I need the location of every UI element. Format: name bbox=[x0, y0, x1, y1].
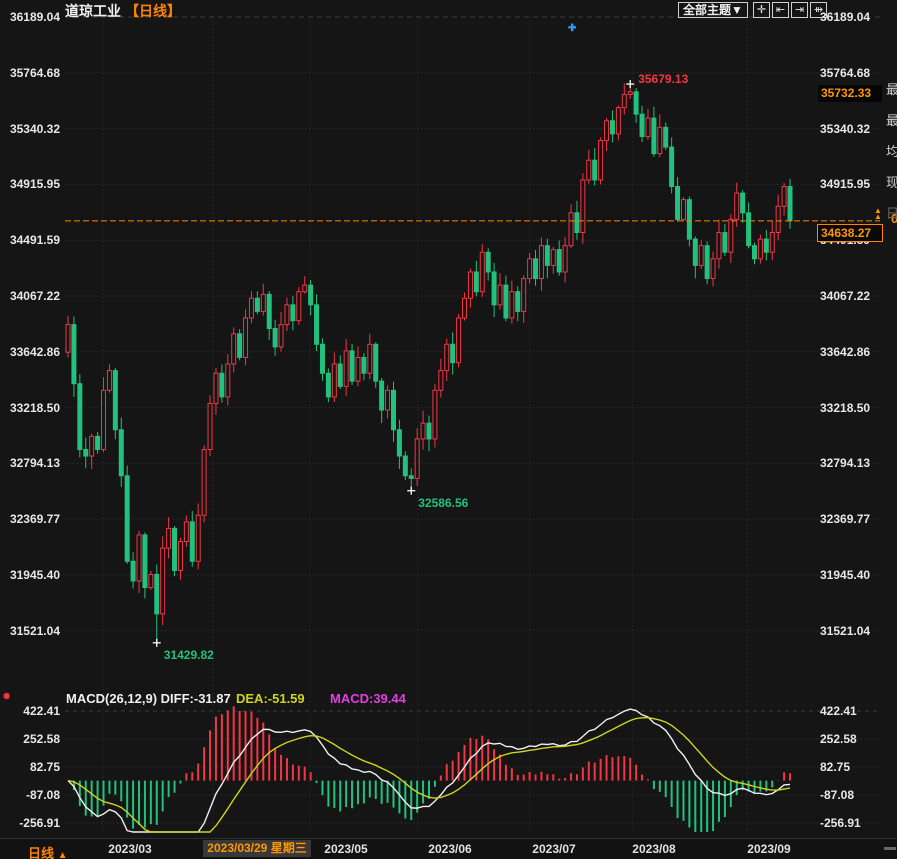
time-axis-label: 2023/09 bbox=[747, 842, 790, 856]
price-axis-label: 31521.04 bbox=[2, 624, 60, 638]
quote-panel-char: 日 bbox=[886, 204, 897, 235]
price-axis-label: 32369.77 bbox=[2, 512, 60, 526]
price-axis-label: 31521.04 bbox=[820, 624, 870, 638]
time-axis-label: 2023/08 bbox=[632, 842, 675, 856]
price-axis-label: 36189.04 bbox=[2, 10, 60, 24]
price-axis-label: 33218.50 bbox=[820, 401, 870, 415]
price-axis-label: 33642.86 bbox=[820, 345, 870, 359]
price-axis-label: 35764.68 bbox=[2, 66, 60, 80]
price-axis-label: 34067.22 bbox=[2, 289, 60, 303]
price-axis-label: 32794.13 bbox=[820, 456, 870, 470]
price-axis-label: 35340.32 bbox=[820, 122, 870, 136]
highlighted-date-label: 2023/03/29 星期三 bbox=[203, 840, 311, 857]
period-tag: 【日线】 bbox=[125, 3, 181, 19]
time-axis-label: 2023/07 bbox=[532, 842, 575, 856]
current-price-label: 34638.27 bbox=[817, 224, 883, 242]
price-axis-label: 35340.32 bbox=[2, 122, 60, 136]
price-axis-label: 33218.50 bbox=[2, 401, 60, 415]
time-axis-label: 2023/03 bbox=[108, 842, 151, 856]
highest-price-label: 35732.33 bbox=[818, 85, 882, 102]
symbol-title: 道琼工业 bbox=[65, 3, 121, 19]
price-axis-label: 31945.40 bbox=[2, 568, 60, 582]
macd-axis-label: -87.08 bbox=[2, 788, 60, 802]
macd-axis-label: 252.58 bbox=[820, 732, 857, 746]
h-scrollbar-thumb[interactable] bbox=[884, 847, 896, 850]
price-axis-label: 34067.22 bbox=[820, 289, 870, 303]
time-axis-label: 2023/06 bbox=[428, 842, 471, 856]
price-axis-label: 32794.13 bbox=[2, 456, 60, 470]
pan-tool-icon[interactable]: ✛ bbox=[753, 2, 770, 18]
macd-axis-label: 422.41 bbox=[2, 704, 60, 718]
quote-panel-char: 最 bbox=[886, 111, 897, 142]
chart-header: 道琼工业【日线】 bbox=[65, 1, 181, 21]
compress-x-icon[interactable]: ⇤ bbox=[772, 2, 789, 18]
price-axis-label: 31945.40 bbox=[820, 568, 870, 582]
macd-axis-label: 82.75 bbox=[820, 760, 850, 774]
indicator-marker-icon: ✹ bbox=[2, 690, 11, 703]
triangle-up-icon: ▲ bbox=[58, 850, 68, 859]
period-selector-label: 日线 bbox=[28, 846, 54, 859]
quote-panel-char: 现 bbox=[886, 173, 897, 204]
low-annotation: 31429.82 bbox=[164, 648, 214, 662]
macd-axis-label: 82.75 bbox=[2, 760, 60, 774]
price-axis-label: 36189.04 bbox=[820, 10, 870, 24]
price-axis-label: 34915.95 bbox=[2, 177, 60, 191]
price-axis-label: 32369.77 bbox=[820, 512, 870, 526]
quote-panel-cutoff: 最最均现日 bbox=[886, 80, 897, 235]
price-axis-label: 34491.59 bbox=[2, 233, 60, 247]
expand-x-icon[interactable]: ⇥ bbox=[791, 2, 808, 18]
macd-axis-label: 422.41 bbox=[820, 704, 857, 718]
macd-diff-value: DIFF:-31.87 bbox=[161, 691, 231, 706]
macd-axis-label: -256.91 bbox=[2, 816, 60, 830]
price-axis-label: 34915.95 bbox=[820, 177, 870, 191]
quote-panel-char: 均 bbox=[886, 142, 897, 173]
period-selector-button[interactable]: 日线 ▲ bbox=[28, 843, 68, 859]
high-annotation: 35679.13 bbox=[638, 72, 688, 86]
price-axis-label: 35764.68 bbox=[820, 66, 870, 80]
trading-app-window: 道琼工业【日线】 全部主题▼ ✛ ⇤ ⇥ ⇻ ✚ 36189.0435764.6… bbox=[0, 0, 897, 859]
macd-axis-label: -256.91 bbox=[820, 816, 861, 830]
macd-params: MACD(26,12,9) bbox=[66, 691, 157, 706]
macd-formula-label: MACD(26,12,9) DIFF:-31.87 bbox=[66, 691, 231, 706]
chart-canvas[interactable] bbox=[0, 0, 897, 859]
current-price-arrow-icon: ▲▲ bbox=[874, 208, 882, 220]
quote-panel-char: 最 bbox=[886, 80, 897, 111]
themes-dropdown-button[interactable]: 全部主题▼ bbox=[678, 2, 748, 18]
price-axis-label: 33642.86 bbox=[2, 345, 60, 359]
time-axis-label: 2023/05 bbox=[324, 842, 367, 856]
macd-axis-label: -87.08 bbox=[820, 788, 854, 802]
note-marker-icon[interactable]: ✚ bbox=[568, 23, 576, 34]
macd-dea-value: DEA:-51.59 bbox=[236, 691, 305, 706]
macd-macd-value: MACD:39.44 bbox=[330, 691, 406, 706]
macd-axis-label: 252.58 bbox=[2, 732, 60, 746]
low2-annotation: 32586.56 bbox=[418, 496, 468, 510]
